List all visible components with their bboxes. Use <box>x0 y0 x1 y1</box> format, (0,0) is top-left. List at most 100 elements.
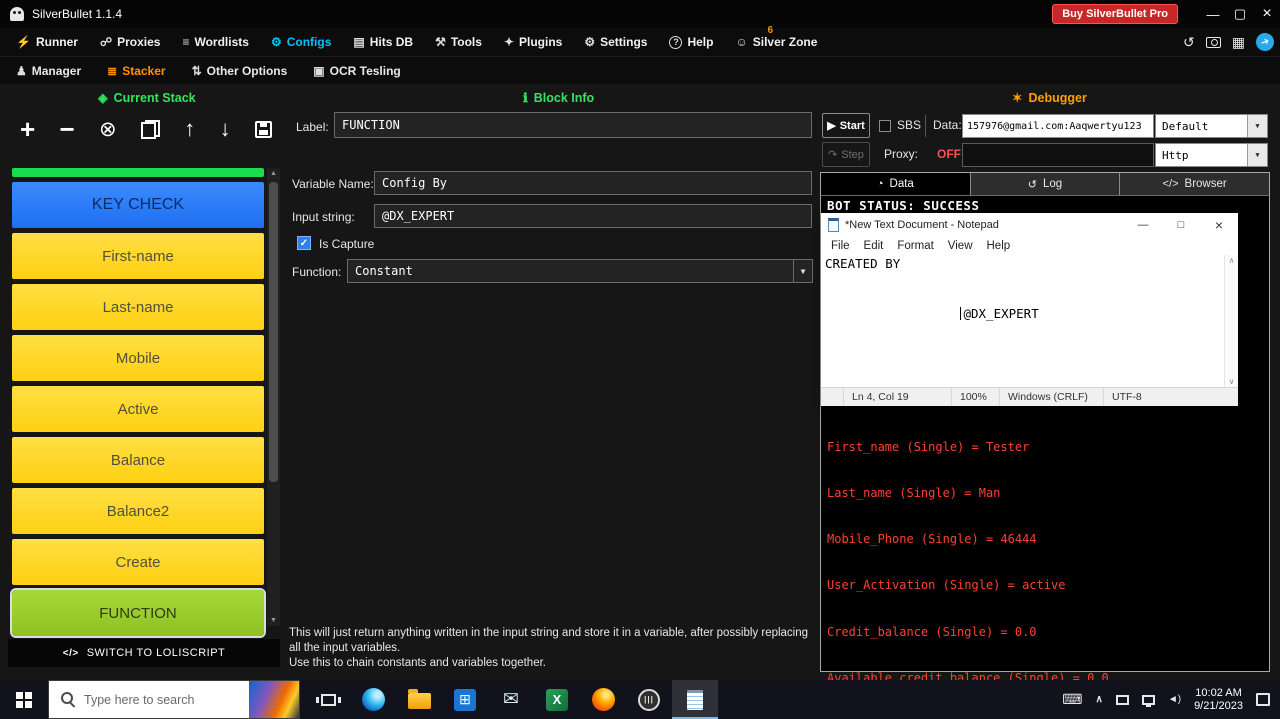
notepad-menu-file[interactable]: File <box>824 240 857 252</box>
tray-expand-icon[interactable]: ∧ <box>1096 694 1103 705</box>
save-config-button[interactable] <box>255 121 272 138</box>
add-block-button[interactable]: + <box>20 114 35 145</box>
chevron-down-icon[interactable]: ▼ <box>793 260 812 282</box>
menu-runner[interactable]: ⚡Runner <box>16 35 78 49</box>
notepad-menu-format[interactable]: Format <box>890 240 940 252</box>
text-cursor <box>960 307 961 320</box>
duplicate-block-button[interactable] <box>141 120 160 139</box>
taskbar-app-notepad-active[interactable] <box>672 680 718 719</box>
menu-hits-db[interactable]: ▤Hits DB <box>353 35 413 49</box>
taskbar-app-store[interactable]: ⊞ <box>442 680 488 719</box>
task-view-button[interactable] <box>306 680 350 719</box>
menu-configs[interactable]: ⚙Configs <box>271 35 331 49</box>
silver-zone-badge: 6 <box>767 25 773 36</box>
taskbar-app-excel[interactable]: X <box>534 680 580 719</box>
taskbar-app-mail[interactable]: ✉ <box>488 680 534 719</box>
proxy-type-dropdown[interactable]: Http ▼ <box>1155 143 1268 167</box>
taskbar-app-firefox[interactable] <box>580 680 626 719</box>
submenu-other-options[interactable]: ⇅Other Options <box>192 64 288 78</box>
notepad-text-area[interactable]: CREATED BY @DX_EXPERT <box>821 255 1224 387</box>
move-down-button[interactable]: ↓ <box>220 116 231 142</box>
tab-log[interactable]: ↺Log <box>971 173 1121 195</box>
notepad-menu-edit[interactable]: Edit <box>857 240 891 252</box>
stack-block-partial[interactable] <box>12 168 264 177</box>
stack-block[interactable]: Create <box>12 539 264 585</box>
data-input[interactable]: 157976@gmail.com:Aaqwertyu123 <box>962 114 1154 138</box>
notepad-title-bar[interactable]: *New Text Document - Notepad — □ × <box>821 213 1238 236</box>
action-center-icon[interactable] <box>1256 693 1270 706</box>
menu-plugins[interactable]: ✦Plugins <box>504 35 562 49</box>
chevron-down-icon[interactable]: ▼ <box>1247 144 1267 166</box>
start-menu-button[interactable] <box>0 680 48 719</box>
scroll-down-icon[interactable]: ∨ <box>1229 377 1235 386</box>
menu-wordlists[interactable]: ≡Wordlists <box>182 35 248 49</box>
tab-data[interactable]: ◔Data <box>821 173 971 195</box>
taskbar-app-edge[interactable] <box>350 680 396 719</box>
scrollbar-thumb[interactable] <box>269 182 278 482</box>
menu-silver-zone[interactable]: 6☺Silver Zone <box>735 35 817 49</box>
stack-block[interactable]: Balance <box>12 437 264 483</box>
volume-icon[interactable]: ◄) <box>1168 694 1181 705</box>
wordlist-type-dropdown[interactable]: Default ▼ <box>1155 114 1268 138</box>
taskbar-app-file-explorer[interactable] <box>396 680 442 719</box>
buy-pro-button[interactable]: Buy SilverBullet Pro <box>1052 4 1178 24</box>
taskbar-clock[interactable]: 10:02 AM 9/21/2023 <box>1194 687 1243 713</box>
sbs-checkbox[interactable] <box>879 120 891 132</box>
gif-icon[interactable]: ▦ <box>1232 34 1245 51</box>
search-highlight-image[interactable] <box>249 681 299 718</box>
notepad-title: *New Text Document - Notepad <box>845 219 999 231</box>
menu-proxies[interactable]: ☍Proxies <box>100 35 161 49</box>
stack-block[interactable]: Balance2 <box>12 488 264 534</box>
data-caption: Data: <box>933 118 962 132</box>
submenu-stacker[interactable]: ≣Stacker <box>107 64 165 78</box>
notepad-menu-help[interactable]: Help <box>980 240 1018 252</box>
is-capture-checkbox[interactable]: ✓ <box>297 236 311 250</box>
menu-settings[interactable]: ⚙Settings <box>584 35 647 49</box>
variable-name-input[interactable]: Config By <box>374 171 812 195</box>
start-button[interactable]: ▶Start <box>822 113 870 138</box>
network-icon[interactable] <box>1142 695 1155 705</box>
function-dropdown[interactable]: Constant ▼ <box>347 259 813 283</box>
stack-block[interactable]: Active <box>12 386 264 432</box>
proxy-off-toggle[interactable]: OFF <box>937 147 961 161</box>
close-button[interactable]: × <box>1254 0 1280 28</box>
stack-block[interactable]: Mobile <box>12 335 264 381</box>
display-icon[interactable] <box>1116 695 1129 705</box>
camera-icon[interactable] <box>1206 37 1221 48</box>
stack-block[interactable]: First-name <box>12 233 264 279</box>
notepad-close-button[interactable]: × <box>1200 213 1238 236</box>
switch-to-loliscript-button[interactable]: </> SWITCH TO LOLISCRIPT <box>8 639 280 667</box>
notepad-minimize-button[interactable]: — <box>1124 213 1162 236</box>
submenu-ocr-testing[interactable]: ▣OCR Tesling <box>313 64 400 78</box>
stack-block[interactable]: KEY CHECK <box>12 182 264 228</box>
move-up-button[interactable]: ↑ <box>184 116 195 142</box>
input-string-input[interactable]: @DX_EXPERT <box>374 204 812 228</box>
scroll-up-icon[interactable]: ▲ <box>267 170 280 177</box>
notepad-maximize-button[interactable]: □ <box>1162 213 1200 236</box>
notepad-scrollbar[interactable]: ∧ ∨ <box>1224 255 1238 387</box>
stack-scrollbar[interactable]: ▲ ▼ <box>267 168 280 626</box>
stack-block-selected[interactable]: FUNCTION <box>12 590 264 636</box>
label-input[interactable]: FUNCTION <box>334 112 812 138</box>
maximize-button[interactable]: ▢ <box>1227 0 1253 28</box>
minimize-button[interactable]: — <box>1200 0 1226 28</box>
separator <box>925 115 926 137</box>
tab-browser[interactable]: </>Browser <box>1120 173 1269 195</box>
taskbar-search-box[interactable]: Type here to search <box>48 680 300 719</box>
proxy-input[interactable] <box>962 143 1154 167</box>
step-button[interactable]: ↷Step <box>822 142 870 167</box>
telegram-icon[interactable]: ➔ <box>1253 30 1276 53</box>
touch-keyboard-icon[interactable]: ⌨ <box>1062 691 1082 708</box>
remove-block-button[interactable]: − <box>60 114 75 145</box>
scroll-up-icon[interactable]: ∧ <box>1229 256 1235 265</box>
menu-help[interactable]: ?Help <box>669 35 713 49</box>
taskbar-app-media[interactable]: ||| <box>626 680 672 719</box>
chevron-down-icon[interactable]: ▼ <box>1247 115 1267 137</box>
menu-tools[interactable]: ⚒Tools <box>435 35 482 49</box>
clear-stack-button[interactable]: ⊗ <box>99 117 117 142</box>
notepad-menu-view[interactable]: View <box>941 240 980 252</box>
submenu-manager[interactable]: ♟Manager <box>16 64 81 78</box>
history-icon[interactable]: ↺ <box>1183 34 1195 51</box>
stack-block[interactable]: Last-name <box>12 284 264 330</box>
scroll-down-icon[interactable]: ▼ <box>267 617 280 624</box>
